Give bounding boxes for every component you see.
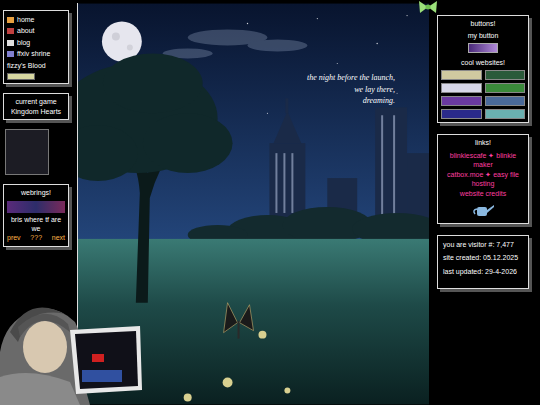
site-badge[interactable] [7,73,35,80]
link-separator: ✦ [488,152,494,159]
site-button[interactable] [441,83,482,93]
site-button[interactable] [485,83,526,93]
webring-caption: bris where tf are we [7,215,65,234]
buttons-box: buttons! my button cool websites! [437,15,529,123]
nav-box: home about blog ffxiv shrine fizzy's Blood [3,10,69,84]
links-box: links! blinkiescafe ✦ blinkie makercatbox… [437,134,529,224]
link-separator: ✦ [485,171,491,178]
nav-extra[interactable]: fizzy's Blood [7,60,65,71]
site-button[interactable] [485,70,526,80]
webring-banner[interactable] [7,201,65,213]
counter-box: you are visitor #: 7,477 site created: 05… [437,235,529,289]
buttons-title: buttons! [441,19,525,28]
site-button[interactable] [441,109,482,119]
nav-icon [7,17,14,23]
character-with-laptop-picture [0,282,145,405]
nav-item[interactable]: about [7,25,65,36]
my-button[interactable] [468,43,498,53]
current-game-label: current game [7,97,65,106]
counter-line: last updated: 29-4-2026 [443,267,523,276]
current-game-box: current gameKingdom Hearts [3,93,69,120]
nav-item[interactable]: ffxiv shrine [7,48,65,59]
credits-link[interactable]: website credits [441,189,525,198]
bow-icon [418,0,438,14]
nav-label[interactable]: home [17,15,35,24]
nav-item[interactable]: blog [7,37,65,48]
nav-label[interactable]: blog [17,38,30,47]
link-site[interactable]: blinkiescafe [450,152,487,159]
webrings-title: webrings! [7,188,65,197]
button-grid [441,70,525,119]
watering-can-icon [471,202,495,218]
current-game-value: Kingdom Hearts [7,107,65,116]
right-column: buttons! my button cool websites! links! bli… [437,0,529,405]
nav-icon [7,40,14,46]
dancing-character-picture [5,129,49,175]
webring-link[interactable]: next [52,233,65,242]
hero-caption: the night before the launch,we lay there… [307,72,395,107]
nav-icon [7,51,14,57]
hero-line: dreaming. [307,95,395,107]
site-button[interactable] [441,96,482,106]
nav-icon [7,28,14,34]
nav-item[interactable]: home [7,14,65,25]
webrings-box: webrings! bris where tf are weprev??? next [3,184,69,247]
webring-links: prev??? next [7,233,65,242]
link-site[interactable]: catbox.moe [447,171,483,178]
link-row: catbox.moe ✦ easy file hosting [441,170,525,189]
nav-label[interactable]: ffxiv shrine [17,49,50,58]
site-button[interactable] [485,96,526,106]
links-title: links! [441,138,525,147]
nav-label[interactable]: about [17,26,35,35]
site-button[interactable] [485,109,526,119]
hero-line: the night before the launch, [307,72,395,84]
site-button[interactable] [441,70,482,80]
hero-line: we lay there, [307,84,395,96]
link-row: blinkiescafe ✦ blinkie maker [441,151,525,170]
counter-line: site created: 05.12.2025 [443,253,523,262]
webring-link[interactable]: prev [7,233,21,242]
cool-websites-label: cool websites! [441,58,525,67]
webring-link[interactable]: ??? [30,233,42,242]
counter-line: you are visitor #: 7,477 [443,240,523,249]
my-button-label: my button [441,31,525,40]
